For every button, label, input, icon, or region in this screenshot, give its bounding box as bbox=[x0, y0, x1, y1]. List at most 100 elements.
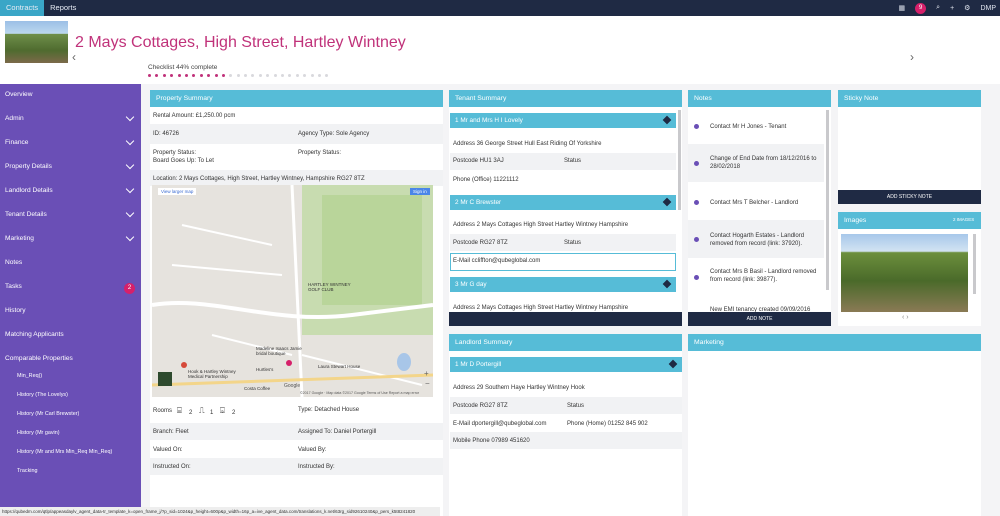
sidebar-item-overview[interactable]: Overview bbox=[5, 91, 32, 98]
google-logo: Google bbox=[284, 383, 301, 389]
checklist-dot bbox=[229, 74, 233, 77]
note-item[interactable]: Contact Mrs B Basil - Landlord removed f… bbox=[710, 268, 820, 284]
sidebar-item-finance[interactable]: Finance bbox=[5, 139, 28, 146]
map-graphic bbox=[152, 185, 433, 397]
checklist-dot bbox=[273, 74, 277, 77]
property-image[interactable] bbox=[841, 234, 968, 312]
sidebar-item-tasks[interactable]: Tasks bbox=[5, 283, 22, 290]
scrollbar[interactable] bbox=[678, 110, 681, 210]
landlord-phone-home: Phone (Home) 01252 845 902 bbox=[567, 421, 648, 427]
sofa-icon: ⌺ bbox=[220, 406, 225, 415]
tenant-header[interactable]: 3 Mr G day bbox=[450, 277, 676, 292]
add-icon[interactable]: + bbox=[950, 5, 954, 12]
assigned-to: Assigned To: Daniel Portergill bbox=[298, 429, 377, 435]
valued-by: Valued By: bbox=[298, 447, 327, 453]
row-stripe bbox=[150, 458, 443, 475]
tab-reports[interactable]: Reports bbox=[44, 0, 82, 16]
checklist-dot bbox=[251, 74, 255, 77]
note-bullet bbox=[694, 200, 699, 205]
satellite-toggle[interactable] bbox=[158, 372, 172, 386]
comparable-item[interactable]: Min_Req() bbox=[17, 373, 42, 379]
sidebar-item-matching-applicants[interactable]: Matching Applicants bbox=[5, 331, 64, 338]
reception-count: 2 bbox=[232, 410, 236, 416]
comparable-item[interactable]: History (Mr gavin) bbox=[17, 430, 60, 436]
checklist-dot bbox=[325, 74, 329, 77]
zoom-out-icon[interactable]: − bbox=[425, 379, 430, 388]
chevron-left-icon[interactable]: ‹ bbox=[72, 50, 76, 64]
add-note-button[interactable]: ADD NOTE bbox=[688, 312, 831, 326]
sidebar-item-marketing[interactable]: Marketing bbox=[5, 235, 34, 242]
marketing-panel: Marketing bbox=[688, 334, 981, 516]
add-sticky-note-button[interactable]: ADD STICKY NOTE bbox=[838, 190, 981, 204]
scrollbar[interactable] bbox=[973, 234, 976, 294]
bed-icon: ⌸ bbox=[177, 406, 182, 415]
page-title: 2 Mays Cottages, High Street, Hartley Wi… bbox=[75, 34, 406, 51]
edit-icon[interactable] bbox=[662, 279, 672, 289]
chevron-right-icon[interactable]: › bbox=[910, 50, 914, 64]
edit-icon[interactable] bbox=[662, 197, 672, 207]
landlord-header[interactable]: 1 Mr D Portergill bbox=[450, 357, 682, 372]
view-larger-map-link[interactable]: View larger map bbox=[158, 188, 197, 195]
landlord-address: Address 29 Southern Haye Hartley Wintney… bbox=[453, 385, 585, 391]
comparable-item[interactable]: History (The Lovelys) bbox=[17, 392, 68, 398]
sidebar-item-tenant-details[interactable]: Tenant Details bbox=[5, 211, 47, 218]
comparable-item[interactable]: History (Mr Carl Brewster) bbox=[17, 411, 79, 417]
comparable-item[interactable]: History (Mr and Mrs Min_Req Min_Req) bbox=[17, 449, 112, 455]
checklist-dot bbox=[177, 74, 181, 77]
calculator-icon[interactable]: ▦ bbox=[899, 4, 906, 12]
note-item[interactable]: Contact Mrs T Belcher - Landlord bbox=[710, 199, 820, 207]
note-item[interactable]: Change of End Date from 18/12/2016 to 28… bbox=[710, 155, 820, 171]
property-thumbnail[interactable] bbox=[5, 21, 68, 63]
note-bullet bbox=[694, 161, 699, 166]
rooms-label: Rooms bbox=[153, 408, 173, 414]
checklist-dot bbox=[170, 74, 174, 77]
sidebar-item-comparable-properties[interactable]: Comparable Properties bbox=[5, 355, 73, 362]
property-status-label-2: Property Status: bbox=[298, 150, 342, 156]
sidebar-item-property-details[interactable]: Property Details bbox=[5, 163, 52, 170]
location: Location: 2 Mays Cottages, High Street, … bbox=[153, 176, 365, 182]
edit-icon[interactable] bbox=[668, 359, 678, 369]
sidebar-item-landlord-details[interactable]: Landlord Details bbox=[5, 187, 53, 194]
gear-icon[interactable]: ⚙ bbox=[964, 4, 970, 12]
checklist-dot bbox=[236, 74, 240, 77]
comparable-item[interactable]: Tracking bbox=[17, 468, 37, 474]
checklist-dot bbox=[288, 74, 292, 77]
landlord-postcode: Postcode RG27 8TZ bbox=[453, 403, 508, 409]
panel-heading: Notes bbox=[688, 90, 831, 107]
landlord-mobile: Mobile Phone 07989 451620 bbox=[453, 438, 530, 444]
sidebar-item-history[interactable]: History bbox=[5, 307, 26, 314]
tenant-header[interactable]: 1 Mr and Mrs H I Lovely bbox=[450, 113, 676, 128]
browser-status-url: https://qubedm.com/qtlp/appeasdaylv_agen… bbox=[0, 507, 440, 516]
tenant-address: Address 36 George Street Hull East Ridin… bbox=[453, 141, 602, 147]
checklist-dot bbox=[214, 74, 218, 77]
map-label: HARTLEY WINTNEY GOLF CLUB bbox=[308, 282, 351, 292]
agency-type: Agency Type: Sole Agency bbox=[298, 131, 370, 137]
note-item[interactable]: Contact Hogarth Estates - Landlord remov… bbox=[710, 232, 820, 248]
property-map[interactable] bbox=[152, 185, 433, 397]
checklist-dot bbox=[295, 74, 299, 77]
zoom-in-icon[interactable]: + bbox=[424, 369, 429, 378]
map-signin-button[interactable]: Sign in bbox=[410, 188, 430, 195]
checklist-dot bbox=[310, 74, 314, 77]
tenant-email[interactable]: E-Mail ccliffton@qubeglobal.com bbox=[453, 258, 540, 264]
board-status: Board Goes Up: To Let bbox=[153, 158, 214, 164]
tenant-header[interactable]: 2 Mr C Brewster bbox=[450, 195, 676, 210]
checklist-dot bbox=[148, 74, 151, 77]
note-bullet bbox=[694, 275, 699, 280]
checklist-dot bbox=[221, 74, 225, 77]
note-item[interactable]: Contact Mr H Jones - Tenant bbox=[710, 123, 820, 131]
search-icon[interactable]: ⌕ bbox=[936, 4, 940, 12]
bathroom-count: 1 bbox=[210, 410, 214, 416]
sidebar-item-notes[interactable]: Notes bbox=[5, 259, 22, 266]
edit-icon[interactable] bbox=[662, 115, 672, 125]
carousel-arrows[interactable]: ‹ › bbox=[902, 314, 909, 321]
notification-badge[interactable]: 9 bbox=[915, 2, 927, 14]
tenant-status: Status bbox=[564, 158, 582, 164]
checklist-dot bbox=[317, 74, 321, 77]
scrollbar[interactable] bbox=[826, 110, 829, 290]
checklist-dot bbox=[207, 74, 211, 77]
checklist-dot bbox=[184, 74, 188, 77]
sidebar-item-admin[interactable]: Admin bbox=[5, 115, 24, 122]
tab-contracts[interactable]: Contracts bbox=[0, 0, 45, 16]
user-initials[interactable]: DMP bbox=[980, 5, 996, 12]
